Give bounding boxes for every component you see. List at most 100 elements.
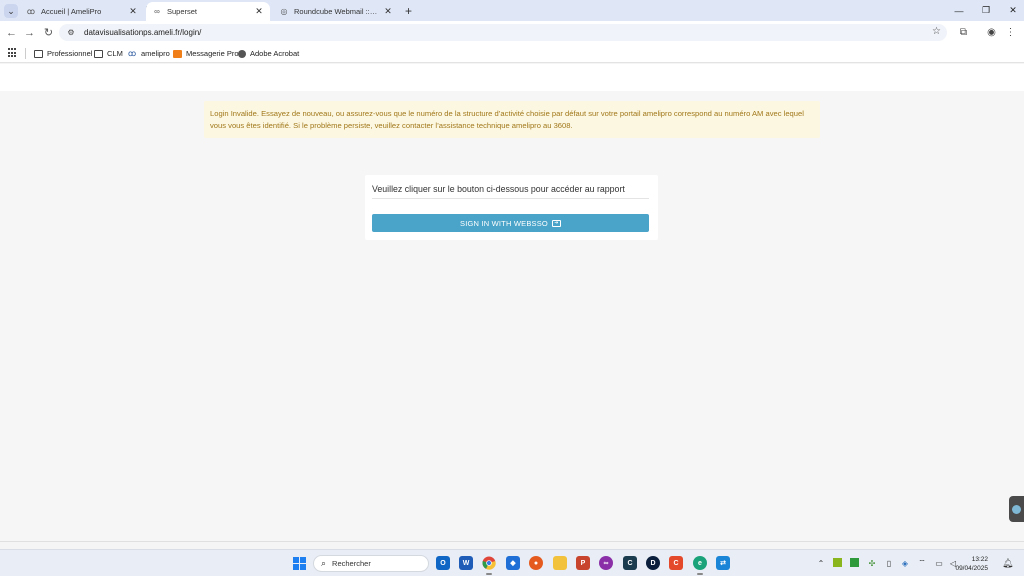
tab-accueil-amelipro[interactable]: ꝏ Accueil | AmeliPro ✕: [20, 2, 144, 21]
extensions-button[interactable]: ⧉: [956, 25, 971, 40]
search-placeholder: Rechercher: [332, 559, 371, 568]
close-icon[interactable]: ✕: [128, 6, 138, 17]
tab-roundcube-webmail[interactable]: ◎ Roundcube Webmail :: Boîte de ✕: [273, 2, 399, 21]
login-error-alert: Login Invalide. Essayez de nouveau, ou a…: [204, 101, 820, 138]
bookmark-amelipro[interactable]: ꝏ amelipro: [128, 47, 170, 60]
chevron-down-icon: ⌄: [7, 5, 15, 16]
close-icon[interactable]: ✕: [383, 6, 393, 17]
ameli-favicon-icon: ꝏ: [26, 7, 36, 16]
bookmark-clm[interactable]: CLM: [94, 47, 123, 60]
alert-message: Login Invalide. Essayez de nouveau, ou a…: [210, 109, 804, 130]
tab-superset[interactable]: ∞ Superset ✕: [146, 2, 270, 21]
site-info-icon[interactable]: ⚙: [65, 27, 77, 39]
tab-search-button[interactable]: ⌄: [4, 4, 18, 18]
tray-app-icon[interactable]: [833, 558, 842, 567]
url-text[interactable]: datavisualisationps.ameli.fr/login/: [84, 28, 201, 37]
tab-title: Superset: [167, 7, 198, 16]
firefox-icon[interactable]: ●: [529, 556, 543, 570]
minimize-icon: —: [954, 5, 964, 16]
chrome-icon[interactable]: [482, 556, 496, 575]
search-icon: ⌕: [321, 558, 327, 568]
plus-icon: +: [404, 3, 412, 18]
tray-app-icon[interactable]: ✣: [867, 558, 877, 568]
superset-favicon-icon: ∞: [154, 7, 160, 16]
bookmark-label: Messagerie Pro: [186, 49, 239, 58]
puzzle-icon: ⧉: [959, 27, 968, 38]
login-card: Veuillez cliquer sur le bouton ci-dessou…: [365, 175, 658, 240]
apps-grid-icon[interactable]: [8, 48, 18, 58]
bookmark-professionnel[interactable]: Professionnel: [34, 47, 92, 60]
profile-button[interactable]: ◉: [984, 25, 999, 40]
bookmark-label: Professionnel: [47, 49, 93, 58]
clock-time: 13:22: [971, 556, 988, 563]
login-prompt-text: Veuillez cliquer sur le bouton ci-dessou…: [372, 184, 649, 199]
word-icon[interactable]: W: [459, 556, 473, 570]
outlook-icon[interactable]: O: [436, 556, 450, 570]
login-icon: ➜: [551, 219, 561, 227]
folder-icon: [34, 49, 43, 58]
folder-icon: [94, 49, 103, 58]
bookmarks-bar: Professionnel CLM ꝏ amelipro Messagerie …: [0, 44, 1024, 63]
bookmark-messagerie-pro[interactable]: Messagerie Pro: [173, 47, 239, 60]
ameli-icon: ꝏ: [128, 48, 137, 58]
tab-title: Accueil | AmeliPro: [41, 7, 102, 16]
profile-icon: ◉: [987, 27, 996, 38]
restore-button[interactable]: ❐: [973, 2, 999, 19]
tab-title: Roundcube Webmail :: Boîte de: [294, 7, 379, 16]
page-header-bar: [0, 64, 1024, 91]
close-icon[interactable]: ✕: [254, 6, 264, 17]
bookmark-label: Adobe Acrobat: [250, 49, 300, 58]
arrow-right-icon: →: [24, 26, 35, 39]
file-explorer-icon[interactable]: [553, 556, 567, 570]
bookmark-star-icon[interactable]: ☆: [932, 26, 941, 37]
shield-icon[interactable]: ◈: [900, 558, 910, 568]
edge-icon[interactable]: e: [693, 556, 707, 575]
address-bar[interactable]: ⚙ datavisualisationps.ameli.fr/login/ ☆: [59, 24, 947, 41]
page-content: Login Invalide. Essayez de nouveau, ou a…: [0, 64, 1024, 542]
taskbar-search[interactable]: ⌕ Rechercher: [313, 555, 429, 572]
bookmarks-divider: [25, 48, 26, 59]
more-vertical-icon: ⋮: [1005, 27, 1016, 38]
bookmark-label: CLM: [107, 49, 123, 58]
clock[interactable]: 13:22 09/04/2025: [950, 555, 988, 573]
restore-icon: ❐: [981, 5, 991, 15]
acrobat-icon: [238, 49, 246, 58]
windows-taskbar: ⌕ Rechercher O W ◆ ● P ∞ C D C e ⇄ ⌃ ✣ ▯…: [0, 549, 1024, 576]
bookmark-adobe-acrobat[interactable]: Adobe Acrobat: [238, 47, 299, 60]
bookmark-label: amelipro: [141, 49, 170, 58]
browser-toolbar: ← → ↻ ⚙ datavisualisationps.ameli.fr/log…: [0, 21, 1024, 44]
arrow-left-icon: ←: [6, 26, 17, 39]
close-window-button[interactable]: ✕: [1000, 2, 1024, 19]
assistant-icon: [1012, 504, 1021, 514]
minimize-button[interactable]: —: [946, 2, 972, 19]
chevron-up-icon[interactable]: ⌃: [816, 558, 826, 568]
usb-icon[interactable]: ▯: [884, 558, 894, 568]
teamviewer-icon[interactable]: ⇄: [716, 556, 730, 570]
terminal-icon[interactable]: C: [623, 556, 637, 570]
roundcube-favicon-icon: ◎: [280, 7, 288, 16]
windows-start-icon[interactable]: [293, 557, 306, 570]
orange-icon: [173, 49, 182, 58]
sso-button-label: SIGN IN WITH WEBSSO: [460, 218, 548, 228]
purple-app-icon[interactable]: ∞: [599, 556, 613, 570]
clock-date: 09/04/2025: [955, 565, 988, 572]
reload-icon: ↻: [43, 27, 54, 39]
close-icon: ✕: [1009, 5, 1017, 15]
notification-bell-icon[interactable]: 🔔︎: [1002, 558, 1013, 569]
menu-button[interactable]: ⋮: [1003, 25, 1018, 40]
forward-button[interactable]: →: [22, 25, 37, 40]
reload-button[interactable]: ↻: [41, 25, 56, 40]
tab-strip: ⌄ ꝏ Accueil | AmeliPro ✕ ∞ Superset ✕ ◎ …: [0, 0, 1024, 21]
defender-icon[interactable]: ◆: [506, 556, 520, 570]
wifi-icon[interactable]: ⌔: [917, 558, 927, 568]
battery-icon[interactable]: ▭: [934, 558, 944, 568]
powerpoint-icon[interactable]: P: [576, 556, 590, 570]
side-assistant-widget[interactable]: [1009, 496, 1024, 522]
dashlane-icon[interactable]: D: [646, 556, 660, 570]
tray-app-icon[interactable]: [850, 558, 859, 567]
new-tab-button[interactable]: +: [402, 3, 415, 18]
back-button[interactable]: ←: [4, 25, 19, 40]
sign-in-websso-button[interactable]: SIGN IN WITH WEBSSO ➜: [372, 214, 649, 232]
page-divider: [0, 541, 1024, 542]
red-app-icon[interactable]: C: [669, 556, 683, 570]
